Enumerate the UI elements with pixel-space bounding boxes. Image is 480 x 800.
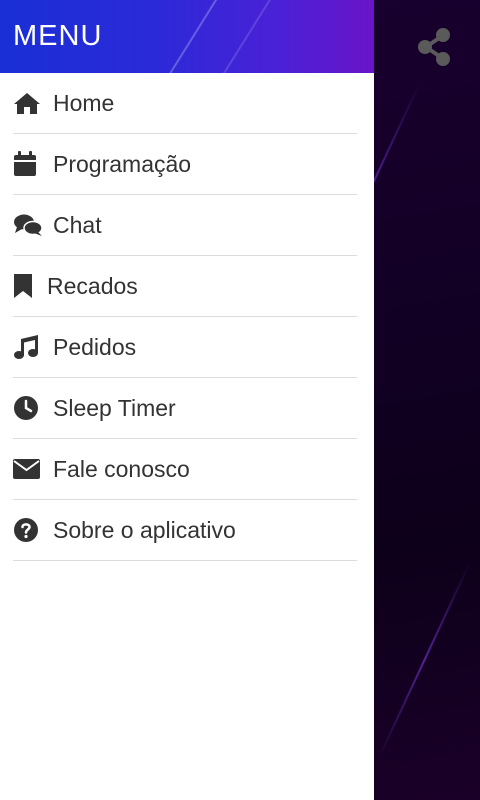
question-circle-icon bbox=[13, 516, 43, 544]
clock-icon bbox=[13, 394, 43, 422]
menu-item-label: Home bbox=[53, 89, 115, 116]
menu-item-programacao[interactable]: Programação bbox=[13, 134, 357, 195]
envelope-icon bbox=[13, 455, 43, 483]
header-streak bbox=[153, 0, 229, 73]
menu-item-label: Recados bbox=[47, 272, 138, 299]
menu-item-home[interactable]: Home bbox=[13, 73, 357, 134]
menu-item-label: Pedidos bbox=[53, 333, 137, 360]
drawer-header: MENU bbox=[0, 0, 374, 73]
menu-item-label: Sobre o aplicativo bbox=[53, 516, 236, 543]
menu-item-chat[interactable]: Chat bbox=[13, 195, 357, 256]
share-button[interactable] bbox=[414, 26, 456, 68]
menu-item-sleep-timer[interactable]: Sleep Timer bbox=[13, 378, 357, 439]
drawer-title: MENU bbox=[13, 20, 103, 52]
background-streak bbox=[377, 560, 472, 761]
drawer-menu: Home Programação Chat Recados Pedidos Sl… bbox=[0, 73, 374, 561]
menu-item-pedidos[interactable]: Pedidos bbox=[13, 317, 357, 378]
menu-item-label: Sleep Timer bbox=[53, 394, 176, 421]
menu-item-recados[interactable]: Recados bbox=[13, 256, 357, 317]
menu-item-label: Chat bbox=[53, 211, 102, 238]
navigation-drawer: MENU Home Programação Chat Recados Pedid… bbox=[0, 0, 374, 800]
header-streak bbox=[213, 0, 289, 73]
menu-item-label: Programação bbox=[53, 150, 192, 177]
bookmark-icon bbox=[13, 272, 37, 300]
share-icon bbox=[418, 28, 450, 66]
music-icon bbox=[13, 333, 43, 361]
home-icon bbox=[13, 89, 43, 117]
calendar-icon bbox=[13, 150, 43, 178]
chat-icon bbox=[13, 211, 43, 239]
menu-item-sobre[interactable]: Sobre o aplicativo bbox=[13, 500, 357, 561]
app-screen: MENU Home Programação Chat Recados Pedid… bbox=[0, 0, 480, 800]
menu-item-fale-conosco[interactable]: Fale conosco bbox=[13, 439, 357, 500]
menu-item-label: Fale conosco bbox=[53, 455, 190, 482]
